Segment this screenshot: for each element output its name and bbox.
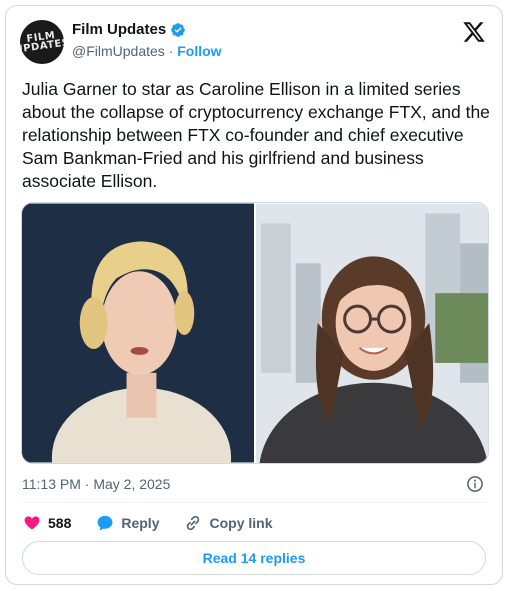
reply-bubble-icon bbox=[97, 515, 113, 531]
handle-separator: · bbox=[168, 43, 174, 59]
author-handle[interactable]: @FilmUpdates bbox=[72, 43, 165, 59]
copy-link-label: Copy link bbox=[209, 515, 273, 531]
author-handle-row: @FilmUpdates · Follow bbox=[72, 43, 222, 59]
heart-icon bbox=[24, 516, 40, 530]
follow-button[interactable]: Follow bbox=[177, 43, 221, 59]
like-button[interactable]: 588 bbox=[22, 513, 71, 533]
avatar[interactable]: FILM UPDATES bbox=[20, 20, 64, 64]
author-name[interactable]: Film Updates bbox=[72, 21, 166, 38]
link-icon bbox=[187, 515, 200, 531]
info-icon[interactable] bbox=[466, 475, 484, 493]
reply-button[interactable]: Reply bbox=[95, 513, 159, 533]
divider bbox=[22, 502, 486, 503]
copy-link-button[interactable]: Copy link bbox=[183, 513, 273, 533]
tweet-media[interactable] bbox=[21, 202, 489, 464]
avatar-logo: FILM UPDATES bbox=[20, 30, 64, 56]
reply-label: Reply bbox=[121, 515, 160, 531]
verified-badge-icon bbox=[171, 22, 186, 37]
action-bar: 588 Reply Copy link bbox=[22, 513, 297, 533]
x-logo-icon[interactable] bbox=[462, 20, 486, 44]
tweet-card: FILM UPDATES Film Updates @FilmUpdates ·… bbox=[5, 5, 503, 585]
author-name-row: Film Updates bbox=[72, 21, 186, 38]
tweet-timestamp[interactable]: 11:13 PM · May 2, 2025 bbox=[22, 476, 170, 492]
read-replies-button[interactable]: Read 14 replies bbox=[22, 541, 486, 575]
photo-left[interactable] bbox=[22, 203, 254, 463]
photo-right[interactable] bbox=[256, 203, 488, 463]
tweet-text: Julia Garner to star as Caroline Ellison… bbox=[22, 79, 490, 191]
like-count: 588 bbox=[48, 515, 72, 531]
